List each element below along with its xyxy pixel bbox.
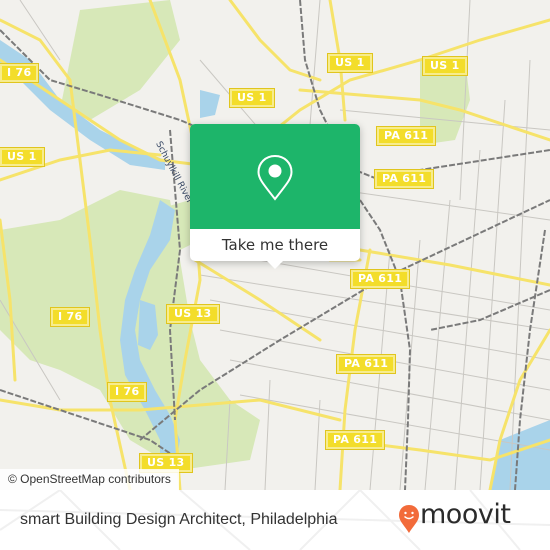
map-attribution[interactable]: © OpenStreetMap contributors [0,469,179,490]
route-shield-i76: I 76 [49,307,91,327]
map-view[interactable]: I 76 US 1 US 1 US 1 US 1 PA 611 PA 611 P… [0,0,550,490]
moovit-pin-icon [399,505,419,533]
route-shield-pa611: PA 611 [373,169,435,189]
route-shield-us1: US 1 [0,147,45,167]
route-shield-pa611: PA 611 [349,269,411,289]
moovit-wordmark: moovit [420,499,511,530]
route-shield-pa611: PA 611 [375,126,437,146]
popup-pointer [267,261,283,269]
destination-popup: Take me there [190,124,360,269]
footer-bar: smart Building Design Architect, Philade… [0,490,550,550]
route-shield-us1: US 1 [229,88,275,108]
route-shield-pa611: PA 611 [324,430,386,450]
map-pin-icon [257,154,293,201]
route-shield-us1: US 1 [422,56,468,76]
route-shield-i76: I 76 [0,63,40,83]
take-me-there-button[interactable]: Take me there [190,229,360,261]
place-title: smart Building Design Architect, Philade… [20,511,338,528]
route-shield-pa611: PA 611 [335,354,397,374]
route-shield-us1: US 1 [327,53,373,73]
popup-header [190,124,360,229]
route-shield-us13: US 13 [166,304,220,324]
route-shield-i76: I 76 [106,382,148,402]
